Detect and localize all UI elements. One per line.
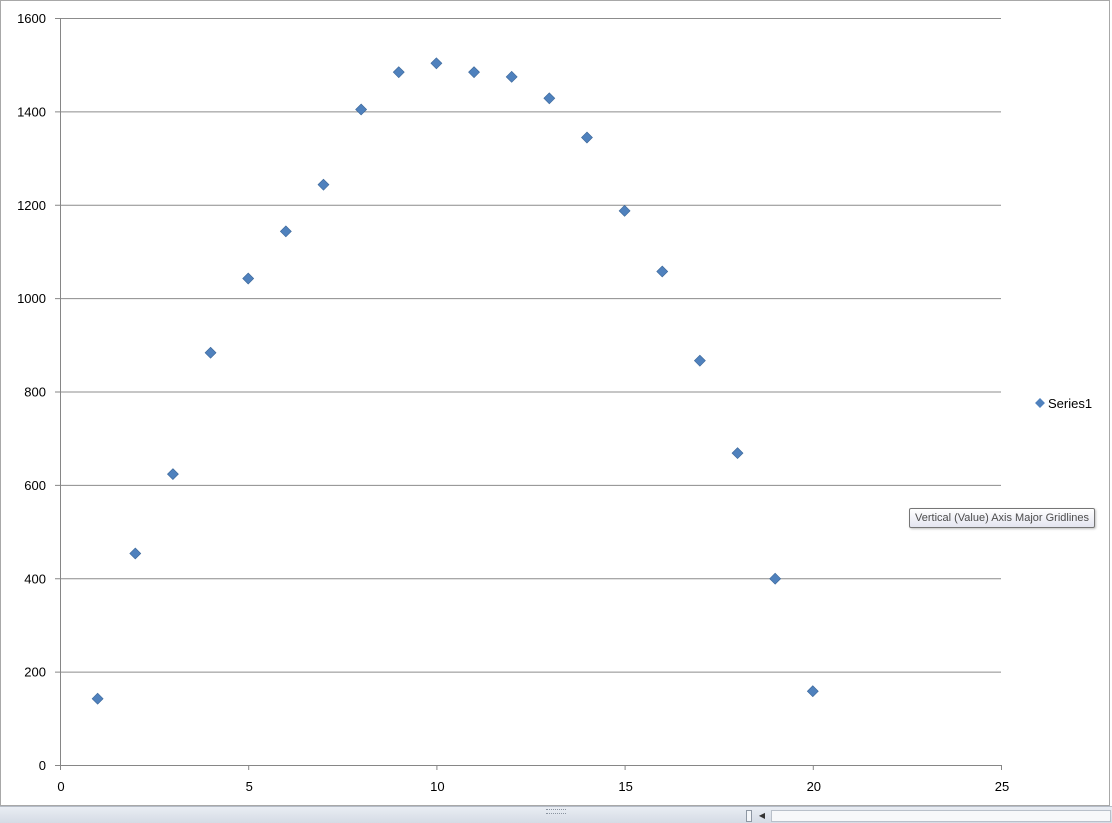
- y-tick-label: 0: [39, 758, 46, 773]
- data-point[interactable]: [91, 692, 104, 705]
- data-point[interactable]: [656, 265, 669, 278]
- data-point[interactable]: [618, 204, 631, 217]
- legend-marker-diamond: [1035, 398, 1045, 408]
- x-tick-label: 10: [430, 779, 444, 794]
- y-tick-label: 600: [24, 478, 46, 493]
- vertical-value-axis[interactable]: 0 200 400 600 800 1000 1200 1400 1600: [17, 11, 60, 773]
- split-handle[interactable]: [746, 810, 752, 822]
- y-tick-label: 1400: [17, 104, 46, 119]
- resize-grip[interactable]: [546, 809, 566, 814]
- horizontal-scrollbar[interactable]: [771, 810, 1111, 822]
- data-point[interactable]: [693, 354, 706, 367]
- legend-label: Series1: [1048, 396, 1092, 411]
- x-tick-label: 20: [807, 779, 821, 794]
- y-tick-label: 1600: [17, 11, 46, 26]
- axes: [55, 18, 1001, 770]
- y-tick-label: 200: [24, 665, 46, 680]
- scatter-chart[interactable]: 0 200 400 600 800 1000 1200 1400 1600 0 5 10 15 20 25…: [1, 1, 1111, 807]
- tooltip: Vertical (Value) Axis Major Gridlines: [909, 508, 1096, 528]
- bottom-bar: ◀: [0, 806, 1112, 823]
- chart-area[interactable]: 0 200 400 600 800 1000 1200 1400 1600 0 5 10 15 20 25…: [0, 0, 1110, 806]
- series1-points[interactable]: [91, 57, 819, 705]
- legend[interactable]: Series1: [1035, 396, 1092, 411]
- y-tick-label: 1200: [17, 198, 46, 213]
- data-point[interactable]: [731, 447, 744, 460]
- data-point[interactable]: [204, 346, 217, 359]
- data-point[interactable]: [129, 547, 142, 560]
- data-point[interactable]: [806, 685, 819, 698]
- x-tick-label: 15: [618, 779, 632, 794]
- y-tick-label: 400: [24, 571, 46, 586]
- scroll-left-arrow-icon[interactable]: ◀: [755, 810, 769, 822]
- x-tick-label: 5: [246, 779, 253, 794]
- data-point[interactable]: [543, 92, 556, 105]
- vertical-axis-major-gridlines[interactable]: [60, 18, 1001, 673]
- data-point[interactable]: [430, 57, 443, 70]
- data-point[interactable]: [242, 272, 255, 285]
- y-tick-label: 800: [24, 385, 46, 400]
- data-point[interactable]: [769, 572, 782, 585]
- x-tick-label: 0: [57, 779, 64, 794]
- data-point[interactable]: [279, 225, 292, 238]
- x-tick-label: 25: [995, 779, 1009, 794]
- data-point[interactable]: [392, 66, 405, 79]
- y-tick-label: 1000: [17, 291, 46, 306]
- data-point[interactable]: [468, 66, 480, 79]
- data-point[interactable]: [505, 70, 518, 83]
- data-point[interactable]: [355, 103, 368, 116]
- horizontal-value-axis[interactable]: 0 5 10 15 20 25: [57, 765, 1009, 794]
- data-point[interactable]: [166, 468, 179, 481]
- data-point[interactable]: [581, 131, 593, 144]
- data-point[interactable]: [317, 178, 330, 191]
